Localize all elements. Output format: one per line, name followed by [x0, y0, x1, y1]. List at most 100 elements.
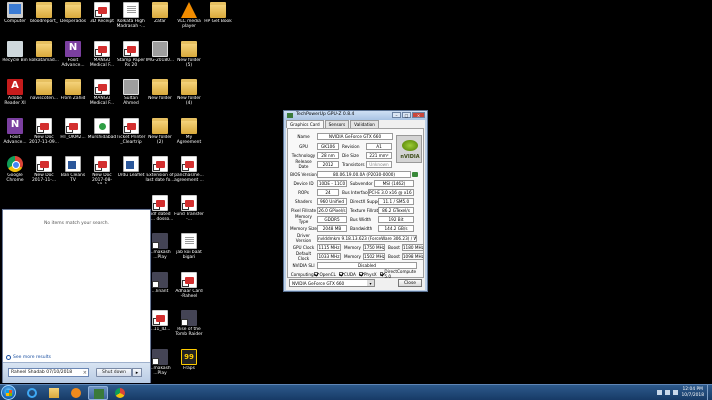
tray-arrow-icon[interactable]	[657, 390, 663, 395]
desktop-icon[interactable]: Sultan Ahmed	[116, 77, 146, 117]
gpuz-client: Graphics Card Sensors Validation Name NV…	[286, 120, 425, 290]
desktop-icon[interactable]: Recycle Bin	[0, 39, 30, 79]
desktop-icon-label: Fraps	[183, 365, 195, 371]
bandwidth-label: Bandwidth	[350, 225, 373, 231]
desktop-icon[interactable]: panchasme... agreement ...	[174, 154, 204, 194]
shut-down-button[interactable]: Shut down	[96, 368, 132, 377]
desktop-icon[interactable]: Fund Transfer -...	[174, 193, 204, 233]
maximize-button[interactable]: □	[402, 112, 411, 118]
vlc-icon	[181, 2, 197, 18]
folder-icon	[65, 79, 81, 95]
gpuz-app-icon	[287, 113, 293, 118]
desktop-icon[interactable]: Bali Cleans TV	[58, 154, 88, 194]
desktop-icon[interactable]: Urdu Leaflet	[116, 154, 146, 194]
taskbar-media-player[interactable]	[66, 386, 86, 400]
desktop-icon[interactable]: MANGU Medical F...	[87, 77, 117, 117]
pixel-fillrate-label: Pixel Fillrate	[290, 207, 317, 213]
gpuz-icon	[94, 389, 104, 399]
desktop-icon[interactable]: Computer	[0, 0, 30, 40]
desktop-icon[interactable]: MANGU Medical F...	[87, 39, 117, 79]
desktop-icon-label: New folder (2)	[148, 134, 172, 145]
desktop-icon-label: Adhaar Card -Raheel	[175, 288, 203, 299]
bus-interface-label: Bus Interface	[342, 189, 370, 195]
chrome-icon	[115, 388, 125, 398]
desktop-icon[interactable]: Kolkata High Madrasah -...	[116, 0, 146, 40]
minimize-button[interactable]: –	[392, 112, 401, 118]
close-button[interactable]: Close	[398, 279, 422, 287]
desktop-icon[interactable]: HT_OKM2...	[58, 116, 88, 156]
clear-search-icon[interactable]: ×	[83, 369, 87, 377]
bus-width-label: Bus Width	[350, 216, 372, 222]
desktop-icon[interactable]: Fraps	[174, 347, 204, 387]
pixel-fillrate-value: 26.0 GPixel/s	[317, 206, 347, 214]
desktop-icon[interactable]: Zafar	[145, 0, 175, 40]
desktop-icon[interactable]: New Doc 2017-08-18_1	[87, 154, 117, 194]
gpu-boost-label: Boost	[388, 244, 400, 250]
desktop-icon[interactable]: HP Get Book	[203, 0, 233, 40]
taskbar: 12:04 PM 10/7/2018	[0, 384, 712, 400]
taskbar-internet-explorer[interactable]	[22, 386, 42, 400]
desktop-icon-label: New Doc 2017-08-18_1	[92, 173, 112, 184]
taskbar-file-explorer[interactable]	[44, 386, 64, 400]
desktop-icon[interactable]: My Agreement	[174, 116, 204, 156]
revision-value: A1	[366, 142, 392, 150]
desktop-icon[interactable]: New Doc 2017-11-...	[29, 154, 59, 194]
desktop-icon[interactable]: 3D Receipt	[87, 0, 117, 40]
desktop-icon[interactable]: VLC media player	[174, 0, 204, 40]
desktop-icon[interactable]: Stamp Paper Rs 20	[116, 39, 146, 79]
desktop-icon[interactable]: New Doc 2017-11-09...	[29, 116, 59, 156]
desktop-icon[interactable]: New folder (4)	[174, 77, 204, 117]
taskbar-clock[interactable]: 12:04 PM 10/7/2018	[681, 387, 704, 398]
desktop-icon[interactable]: Murshidabad	[87, 116, 117, 156]
see-more-results-link[interactable]: See more results	[6, 355, 51, 360]
desktop-icon[interactable]: Adobe Reader XI	[0, 77, 30, 117]
shaders-value: 960 Unified	[317, 197, 347, 205]
window-close-button[interactable]: ×	[412, 112, 425, 118]
green-icon	[94, 117, 110, 134]
tab-graphics-card[interactable]: Graphics Card	[286, 120, 324, 128]
pdf-icon	[36, 156, 52, 172]
image-icon	[123, 79, 139, 95]
driver-value: nvlddmkm 9.18.13.623 (ForceWare 306.23) …	[317, 234, 417, 242]
show-desktop-button[interactable]	[707, 385, 712, 400]
row-release: Release Date 2012 Transistors Unknown	[290, 159, 393, 169]
taskbar-chrome[interactable]	[110, 386, 130, 400]
desktop-icon[interactable]: New folder (5)	[174, 39, 204, 79]
network-icon[interactable]	[665, 390, 671, 395]
desktop-icon[interactable]: New folder (2)	[145, 116, 175, 156]
desktop-icon-label: Foxit Advance...	[61, 57, 85, 68]
name-value: NVIDIA GeForce GTX 660	[317, 132, 393, 140]
pdf-icon	[181, 156, 197, 172]
start-button[interactable]	[1, 385, 16, 400]
bios-save-icon[interactable]	[412, 171, 418, 177]
volume-icon[interactable]	[673, 390, 679, 395]
desktop-icon[interactable]: From Zahid	[58, 77, 88, 117]
desktop-icon[interactable]: Extension of last date fo...	[145, 154, 175, 194]
desktop-icon[interactable]: Desperados	[58, 0, 88, 40]
tab-validation[interactable]: Validation	[350, 120, 379, 128]
driver-label: Driver Version	[295, 233, 312, 243]
desktop-icon[interactable]: naviscoten...	[29, 77, 59, 117]
desktop-icon[interactable]: New folder	[145, 77, 175, 117]
folder-icon	[49, 388, 59, 398]
desktop-icon[interactable]: IMG-20180...	[145, 39, 175, 79]
desktop-icon[interactable]: Rise of the Tomb Raider	[174, 308, 204, 348]
desktop-icon[interactable]: Ticket Printer _Cleartrip	[116, 116, 146, 156]
desktop-icon[interactable]: Google Chrome	[0, 154, 30, 194]
desktop-icon[interactable]: Adhaar Card -Raheel	[174, 270, 204, 310]
desktop-icon[interactable]: bloodreport_	[29, 0, 59, 40]
gpuz-titlebar[interactable]: TechPowerUp GPU-Z 0.8.4 – □ ×	[284, 111, 427, 120]
desktop-icon[interactable]: Foxit Advance...	[58, 39, 88, 79]
directx-value: 11.1 / SM5.0	[378, 197, 414, 205]
gpu-select-dropdown[interactable]: NVIDIA GeForce GTX 660 ▾	[289, 279, 375, 287]
desktop-icon[interactable]: kolkatamad...	[29, 39, 59, 79]
desktop-icon[interactable]: jab koi baat bigari	[174, 231, 204, 271]
desktop-icon-label: New folder (4)	[177, 96, 201, 106]
shut-down-options-arrow[interactable]: ▸	[132, 368, 142, 377]
start-search-input[interactable]: Raheel Shadab 07/10/2018 ×	[8, 368, 89, 377]
tab-sensors[interactable]: Sensors	[324, 120, 350, 128]
taskbar-gpuz[interactable]	[88, 386, 108, 400]
row-memory-size: Memory Size 2048 MB Bandwidth 144.2 GB/s	[290, 224, 415, 232]
desktop-icon-label: Recycle Bin	[2, 57, 28, 63]
desktop-icon[interactable]: Foxit Advance...	[0, 116, 30, 156]
